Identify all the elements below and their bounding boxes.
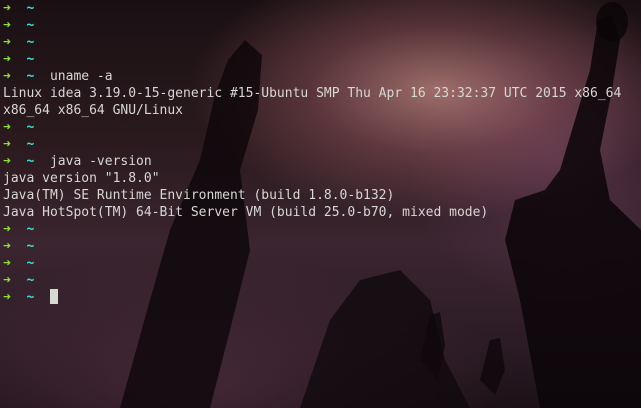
prompt-arrow-icon: ➜ xyxy=(3,1,11,16)
output-line: Linux idea 3.19.0-15-generic #15-Ubuntu … xyxy=(3,85,641,102)
prompt-line: ➜ ~ xyxy=(3,238,641,255)
output-line: x86_64 x86_64 GNU/Linux xyxy=(3,102,641,119)
prompt-directory: ~ xyxy=(26,239,35,254)
prompt-arrow-icon: ➜ xyxy=(3,137,11,152)
prompt-arrow-icon: ➜ xyxy=(3,256,11,271)
prompt-line: ➜ ~ xyxy=(3,255,641,272)
prompt-directory: ~ xyxy=(26,52,35,67)
prompt-arrow-icon: ➜ xyxy=(3,290,11,305)
prompt-directory: ~ xyxy=(26,222,35,237)
prompt-directory: ~ xyxy=(26,154,35,169)
text-cursor[interactable] xyxy=(49,289,58,304)
prompt-arrow-icon: ➜ xyxy=(3,18,11,33)
prompt-line: ➜ ~ xyxy=(3,119,641,136)
output-text: Linux idea 3.19.0-15-generic #15-Ubuntu … xyxy=(3,86,622,101)
output-line: java version "1.8.0" xyxy=(3,170,641,187)
prompt-directory: ~ xyxy=(26,256,35,271)
prompt-directory: ~ xyxy=(26,290,35,305)
prompt-line: ➜ ~ uname -a xyxy=(3,68,641,85)
prompt-arrow-icon: ➜ xyxy=(3,35,11,50)
output-text: Java HotSpot(TM) 64-Bit Server VM (build… xyxy=(3,205,489,220)
prompt-arrow-icon: ➜ xyxy=(3,239,11,254)
prompt-arrow-icon: ➜ xyxy=(3,273,11,288)
command-text: uname -a xyxy=(49,69,113,84)
prompt-line: ➜ ~ xyxy=(3,51,641,68)
prompt-line: ➜ ~ xyxy=(3,17,641,34)
prompt-directory: ~ xyxy=(26,18,35,33)
prompt-arrow-icon: ➜ xyxy=(3,222,11,237)
output-text: x86_64 x86_64 GNU/Linux xyxy=(3,103,184,118)
prompt-directory: ~ xyxy=(26,120,35,135)
prompt-directory: ~ xyxy=(26,137,35,152)
prompt-arrow-icon: ➜ xyxy=(3,52,11,67)
prompt-line: ➜ ~ xyxy=(3,0,641,17)
prompt-line: ➜ ~ xyxy=(3,221,641,238)
prompt-arrow-icon: ➜ xyxy=(3,154,11,169)
output-text: java version "1.8.0" xyxy=(3,171,160,186)
output-line: Java HotSpot(TM) 64-Bit Server VM (build… xyxy=(3,204,641,221)
prompt-line: ➜ ~ java -version xyxy=(3,153,641,170)
output-line: Java(TM) SE Runtime Environment (build 1… xyxy=(3,187,641,204)
prompt-directory: ~ xyxy=(26,69,35,84)
terminal-output: ➜ ~ ➜ ~ ➜ ~ ➜ ~ ➜ ~ uname -a Linux idea 3.19.… xyxy=(3,0,641,306)
prompt-line: ➜ ~ xyxy=(3,289,641,306)
prompt-line: ➜ ~ xyxy=(3,136,641,153)
terminal-window[interactable]: ➜ ~ ➜ ~ ➜ ~ ➜ ~ ➜ ~ uname -a Linux idea 3.19.… xyxy=(0,0,641,408)
prompt-directory: ~ xyxy=(26,35,35,50)
command-text: java -version xyxy=(49,154,152,169)
prompt-line: ➜ ~ xyxy=(3,34,641,51)
prompt-arrow-icon: ➜ xyxy=(3,120,11,135)
prompt-line: ➜ ~ xyxy=(3,272,641,289)
prompt-directory: ~ xyxy=(26,1,35,16)
output-text: Java(TM) SE Runtime Environment (build 1… xyxy=(3,188,395,203)
prompt-arrow-icon: ➜ xyxy=(3,69,11,84)
prompt-directory: ~ xyxy=(26,273,35,288)
